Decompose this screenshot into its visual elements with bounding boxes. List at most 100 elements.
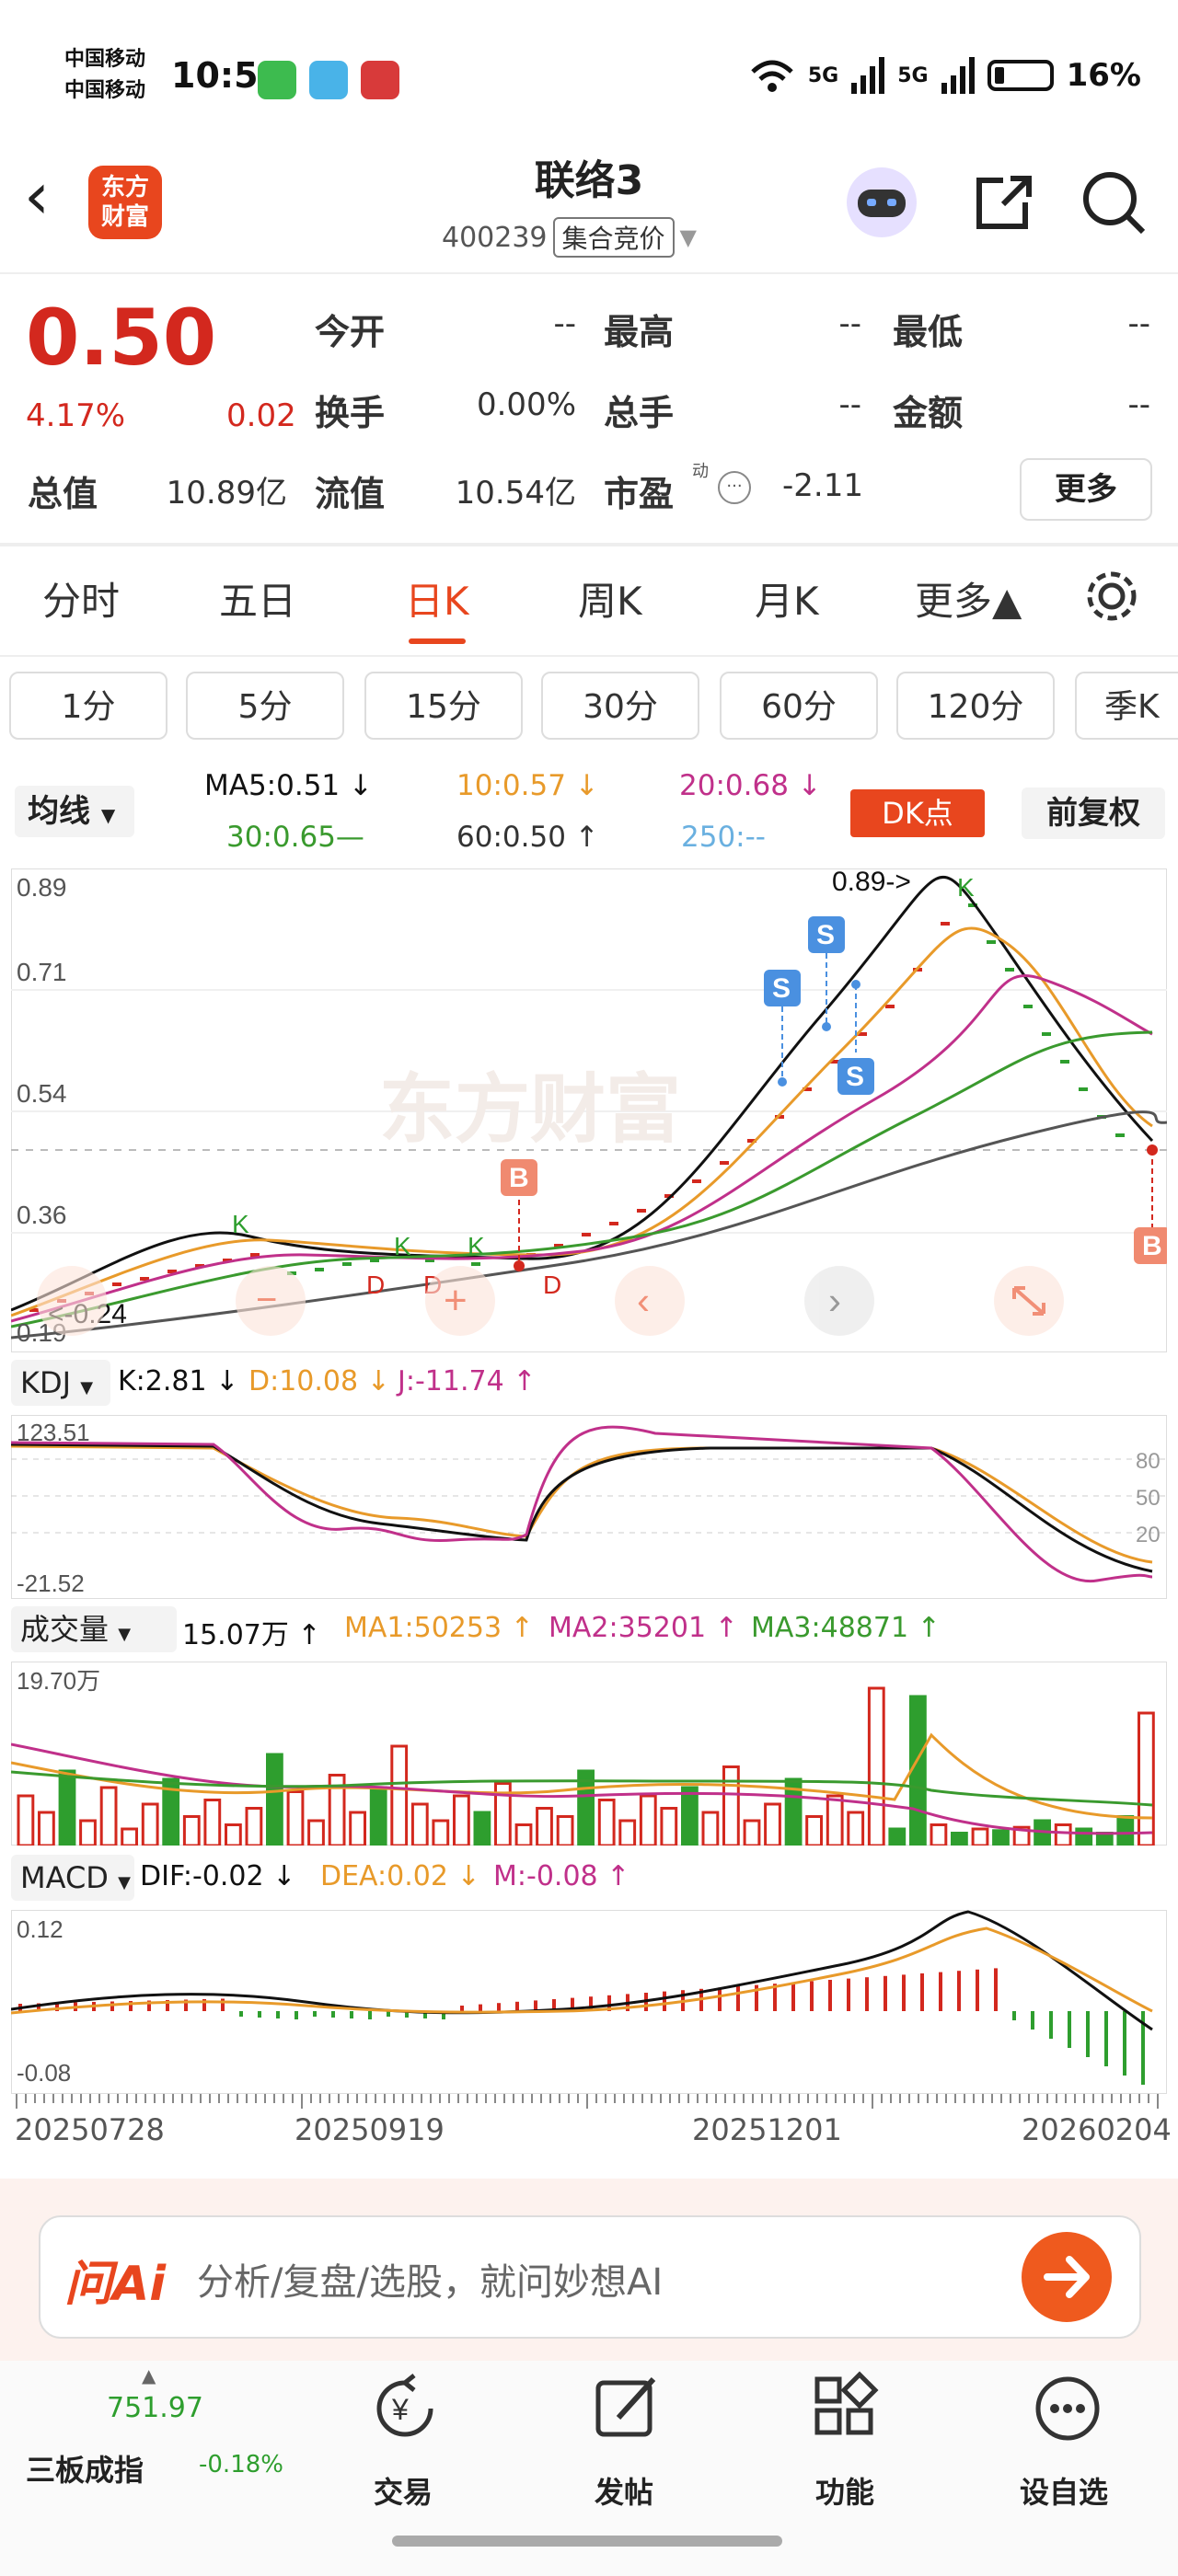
tab-daily-k[interactable]: 日K bbox=[405, 570, 469, 627]
stock-code: 400239 bbox=[442, 221, 548, 254]
low-label: 最低 bbox=[893, 312, 964, 352]
svg-text:S: S bbox=[816, 920, 835, 950]
search-icon[interactable] bbox=[1077, 166, 1150, 239]
volume-label: 总手 bbox=[604, 393, 675, 433]
net-label-2: 5G bbox=[897, 63, 929, 87]
volume-bar bbox=[349, 1811, 367, 1846]
volume-bar bbox=[79, 1819, 97, 1846]
amount-label: 金额 bbox=[893, 393, 964, 433]
volume-bar bbox=[17, 1794, 35, 1846]
macd-selector[interactable]: MACD ▼ bbox=[11, 1855, 134, 1901]
tab-intraday[interactable]: 分时 bbox=[42, 570, 120, 627]
heart-app-icon bbox=[361, 61, 399, 99]
kline-chart[interactable]: 东方财富 0.89 0.71 0.54 0.36 0.19 0.89-> <-0… bbox=[11, 868, 1167, 1352]
macd-bottom: -0.08 bbox=[17, 2059, 71, 2087]
float-value-label: 流值 bbox=[315, 474, 386, 514]
volume-bar bbox=[930, 1823, 948, 1846]
status-right: 5G 5G 16% bbox=[749, 57, 1141, 94]
pe-superscript: 动 bbox=[692, 462, 709, 481]
volume-bar bbox=[99, 1786, 118, 1846]
more-button[interactable]: 更多 bbox=[1020, 458, 1152, 521]
volume-bar bbox=[743, 1819, 761, 1846]
date-label-0: 20250728 bbox=[15, 2112, 165, 2147]
tab-more[interactable]: 更多▲ bbox=[915, 570, 1022, 627]
open-label: 今开 bbox=[315, 312, 386, 352]
kdj-chart[interactable]: 123.51 -21.52 80 50 20 bbox=[11, 1415, 1167, 1599]
kdj-level-50: 50 bbox=[1136, 1486, 1161, 1511]
d-marker: D bbox=[366, 1271, 385, 1299]
period-60min[interactable]: 60分 bbox=[720, 672, 878, 740]
kdj-j: J:-11.74 ↑ bbox=[398, 1365, 537, 1397]
date-label-1: 20250919 bbox=[294, 2112, 445, 2147]
home-indicator[interactable] bbox=[392, 2536, 782, 2547]
nav-post[interactable]: 发帖 bbox=[595, 2469, 653, 2512]
pe-value: -2.11 bbox=[782, 467, 863, 504]
more-circle-icon[interactable] bbox=[1029, 2370, 1106, 2451]
volume-bar bbox=[266, 1753, 283, 1846]
caret-up-icon: ▲ bbox=[142, 2364, 156, 2386]
battery-icon bbox=[987, 60, 1054, 91]
volume-bar bbox=[951, 1832, 968, 1846]
arrow-right-icon bbox=[1044, 2256, 1090, 2298]
volume-bar bbox=[971, 1827, 989, 1846]
period-1min[interactable]: 1分 bbox=[9, 672, 167, 740]
axis-label-2: 0.54 bbox=[17, 1079, 67, 1108]
total-value: 10.89亿 bbox=[166, 475, 287, 512]
period-120min[interactable]: 120分 bbox=[896, 672, 1055, 740]
settings-gear-icon[interactable] bbox=[1082, 567, 1141, 629]
period-5min[interactable]: 5分 bbox=[186, 672, 344, 740]
volume-bar bbox=[1138, 1711, 1155, 1846]
k-marker: K bbox=[468, 1232, 485, 1260]
total-value-label: 总值 bbox=[28, 474, 98, 514]
nav-function[interactable]: 功能 bbox=[815, 2469, 874, 2512]
stock-code-row[interactable]: 400239 集合竞价 ▼ bbox=[442, 217, 697, 258]
volume-bar bbox=[432, 1819, 450, 1846]
nav-add-watchlist[interactable]: 设自选 bbox=[1020, 2469, 1108, 2512]
kdj-dropdown-icon: ▼ bbox=[80, 1378, 94, 1397]
kdj-bottom: -21.52 bbox=[17, 1570, 85, 1597]
tab-weekly-k[interactable]: 周K bbox=[578, 570, 642, 627]
dk-point-button[interactable]: DK点 bbox=[850, 789, 985, 837]
volume-chart[interactable]: 19.70万 bbox=[11, 1662, 1167, 1846]
robot-avatar-icon[interactable] bbox=[845, 166, 918, 239]
volume-bar bbox=[805, 1815, 824, 1846]
change-percent: 4.17% bbox=[26, 397, 126, 434]
macd-chart[interactable]: 0.12 -0.08 bbox=[11, 1910, 1167, 2094]
tab-five-day[interactable]: 五日 bbox=[219, 570, 296, 627]
volume-ma1: MA1:50253 ↑ bbox=[344, 1612, 534, 1644]
period-30min[interactable]: 30分 bbox=[541, 672, 699, 740]
signal-icon-1 bbox=[851, 57, 885, 94]
wifi-icon bbox=[751, 60, 793, 92]
volume-selector[interactable]: 成交量 ▼ bbox=[11, 1606, 177, 1652]
volume-bar bbox=[38, 1811, 55, 1846]
forward-adjust-button[interactable]: 前复权 bbox=[1022, 788, 1165, 839]
period-quarter[interactable]: 季K bbox=[1075, 672, 1178, 740]
trade-icon[interactable]: ¥ bbox=[366, 2370, 444, 2451]
volume-ma2: MA2:35201 ↑ bbox=[549, 1612, 738, 1644]
nav-trade[interactable]: 交易 bbox=[374, 2469, 433, 2512]
volume-selector-label: 成交量 bbox=[20, 1612, 110, 1647]
ai-placeholder[interactable]: 分析/复盘/选股，就问妙想AI bbox=[197, 2252, 663, 2306]
macd-selector-label: MACD bbox=[20, 1860, 109, 1895]
tab-monthly-k[interactable]: 月K bbox=[755, 570, 819, 627]
kdj-selector[interactable]: KDJ ▼ bbox=[11, 1360, 110, 1406]
ma-selector[interactable]: 均线 ▼ bbox=[15, 786, 134, 837]
function-grid-icon[interactable] bbox=[808, 2370, 885, 2451]
volume-bar bbox=[453, 1794, 470, 1846]
ma-dropdown-icon: ▼ bbox=[100, 804, 116, 826]
ma10-value: 10:0.57 ↓ bbox=[456, 769, 599, 802]
period-15min[interactable]: 15分 bbox=[364, 672, 523, 740]
turnover-label: 换手 bbox=[315, 393, 386, 433]
volume-bar bbox=[369, 1786, 387, 1846]
index-name[interactable]: 三板成指 bbox=[26, 2447, 144, 2490]
more-dots-icon[interactable]: ··· bbox=[718, 471, 751, 504]
post-icon[interactable] bbox=[589, 2370, 666, 2451]
volume-bar bbox=[867, 1686, 885, 1846]
ai-go-button[interactable] bbox=[1022, 2232, 1112, 2322]
volume-bar bbox=[410, 1802, 429, 1846]
ma20-value: 20:0.68 ↓ bbox=[679, 769, 822, 802]
share-icon[interactable] bbox=[966, 166, 1040, 239]
volume-bar bbox=[182, 1815, 201, 1846]
volume-bar bbox=[1095, 1832, 1114, 1846]
pe-label: 市盈 bbox=[604, 474, 675, 514]
